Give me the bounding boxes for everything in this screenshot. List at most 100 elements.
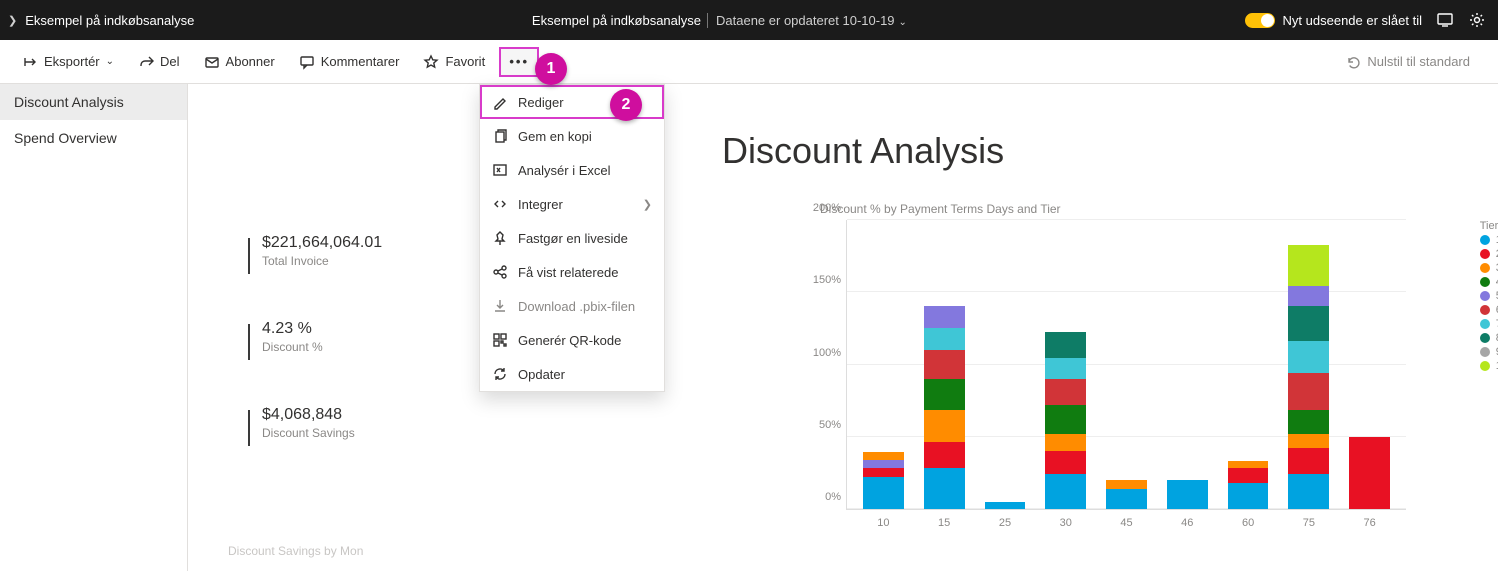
more-options-button[interactable]: ••• xyxy=(499,47,539,77)
share-button[interactable]: Del xyxy=(128,48,190,76)
bar-segment-tier1 xyxy=(863,477,904,509)
toggle-label: Nyt udseende er slået til xyxy=(1283,13,1422,28)
data-updated-label[interactable]: Dataene er opdateret 10-10-19⌄ xyxy=(707,13,907,28)
bar-segment-tier4 xyxy=(1045,405,1086,434)
breadcrumb[interactable]: ❯ Eksempel på indkøbsanalyse xyxy=(8,13,194,28)
bar-segment-tier2 xyxy=(924,442,965,468)
comment-icon xyxy=(299,54,315,70)
sidebar-item-discount-analysis[interactable]: Discount Analysis xyxy=(0,84,187,120)
subscribe-button[interactable]: Abonner xyxy=(194,48,285,76)
bar-segment-tier6 xyxy=(924,350,965,379)
bar-segment-tier2 xyxy=(1045,451,1086,474)
stacked-bar-chart[interactable]: Discount % by Payment Terms Days and Tie… xyxy=(808,202,1448,530)
bar-segment-tier2 xyxy=(1349,437,1390,510)
bar-15[interactable]: 15 xyxy=(924,306,965,509)
bar-segment-tier2 xyxy=(1228,468,1269,483)
truncated-visual-label: Discount Savings by Mon xyxy=(228,544,363,558)
page-title: Discount Analysis xyxy=(722,130,1474,172)
x-tick-label: 25 xyxy=(985,517,1026,529)
legend-item-9[interactable]: 9 xyxy=(1480,346,1498,358)
action-toolbar: Eksportér ⌄ Del Abonner Kommentarer Favo… xyxy=(0,40,1498,84)
new-look-toggle[interactable]: Nyt udseende er slået til xyxy=(1245,13,1422,28)
bar-segment-tier1 xyxy=(924,468,965,509)
menu-item-embed[interactable]: Integrer❯ xyxy=(480,187,664,221)
x-tick-label: 75 xyxy=(1288,517,1329,529)
reset-icon xyxy=(1345,54,1361,70)
legend-item-6[interactable]: 6 xyxy=(1480,304,1498,316)
bar-30[interactable]: 30 xyxy=(1045,332,1086,509)
export-button[interactable]: Eksportér ⌄ xyxy=(12,48,124,76)
more-options-menu: RedigerGem en kopiAnalysér i ExcelIntegr… xyxy=(479,84,665,392)
comments-button[interactable]: Kommentarer xyxy=(289,48,410,76)
swatch-icon xyxy=(1480,347,1490,357)
reset-button[interactable]: Nulstil til standard xyxy=(1335,48,1480,76)
bar-segment-tier3 xyxy=(1106,480,1147,489)
bar-segment-tier2 xyxy=(1288,448,1329,474)
bar-segment-tier4 xyxy=(1288,410,1329,433)
bar-segment-tier2 xyxy=(863,468,904,477)
bar-segment-tier5 xyxy=(1288,286,1329,306)
x-tick-label: 10 xyxy=(863,517,904,529)
legend-item-1[interactable]: 1 xyxy=(1480,234,1498,246)
menu-item-excel[interactable]: Analysér i Excel xyxy=(480,153,664,187)
bar-segment-tier5 xyxy=(924,306,965,328)
embed-icon xyxy=(492,196,508,212)
menu-item-download[interactable]: Download .pbix-filen xyxy=(480,289,664,323)
bar-segment-tier10 xyxy=(1288,245,1329,286)
chevron-right-icon: ❯ xyxy=(8,14,17,27)
legend-item-3[interactable]: 3 xyxy=(1480,262,1498,274)
y-tick-label: 50% xyxy=(807,419,841,431)
favorite-button[interactable]: Favorit xyxy=(413,48,495,76)
bar-segment-tier1 xyxy=(1288,474,1329,509)
bar-segment-tier3 xyxy=(1288,434,1329,449)
workspace-title: Eksempel på indkøbsanalyse xyxy=(532,13,701,28)
bar-segment-tier1 xyxy=(1167,480,1208,509)
y-tick-label: 100% xyxy=(807,347,841,359)
menu-item-pin[interactable]: Fastgør en liveside xyxy=(480,221,664,255)
bar-segment-tier8 xyxy=(1045,332,1086,358)
menu-item-refresh[interactable]: Opdater xyxy=(480,357,664,391)
kpi-total-invoice[interactable]: $221,664,064.01Total Invoice xyxy=(248,234,382,274)
bar-segment-tier3 xyxy=(863,452,904,459)
bar-46[interactable]: 46 xyxy=(1167,480,1208,509)
toggle-switch[interactable] xyxy=(1245,13,1275,28)
bar-75[interactable]: 75 xyxy=(1288,245,1329,509)
bar-10[interactable]: 10 xyxy=(863,452,904,509)
bar-segment-tier7 xyxy=(924,328,965,350)
refresh-icon xyxy=(492,366,508,382)
bar-45[interactable]: 45 xyxy=(1106,480,1147,509)
bar-segment-tier1 xyxy=(1045,474,1086,509)
bar-segment-tier6 xyxy=(1045,379,1086,405)
legend-item-7[interactable]: 7 xyxy=(1480,318,1498,330)
menu-item-related[interactable]: Få vist relaterede xyxy=(480,255,664,289)
legend-item-4[interactable]: 4 xyxy=(1480,276,1498,288)
legend-item-5[interactable]: 5 xyxy=(1480,290,1498,302)
callout-badge-2: 2 xyxy=(610,89,642,121)
menu-item-qr[interactable]: Generér QR-kode xyxy=(480,323,664,357)
x-tick-label: 76 xyxy=(1349,517,1390,529)
legend-item-8[interactable]: 8 xyxy=(1480,332,1498,344)
x-tick-label: 60 xyxy=(1228,517,1269,529)
bar-76[interactable]: 76 xyxy=(1349,437,1390,510)
bar-25[interactable]: 25 xyxy=(985,502,1026,509)
bar-segment-tier1 xyxy=(1228,483,1269,509)
kpi-discount-savings[interactable]: $4,068,848Discount Savings xyxy=(248,406,382,446)
bar-segment-tier7 xyxy=(1045,358,1086,378)
screen-icon[interactable] xyxy=(1436,11,1454,29)
x-tick-label: 45 xyxy=(1106,517,1147,529)
gear-icon[interactable] xyxy=(1468,11,1486,29)
legend-item-10[interactable]: 10 xyxy=(1480,360,1498,372)
menu-item-copy[interactable]: Gem en kopi xyxy=(480,119,664,153)
pin-icon xyxy=(492,230,508,246)
kpi-cards: $221,664,064.01Total Invoice 4.23 %Disco… xyxy=(248,234,382,446)
related-icon xyxy=(492,264,508,280)
y-tick-label: 150% xyxy=(807,274,841,286)
bar-segment-tier1 xyxy=(985,502,1026,509)
bar-60[interactable]: 60 xyxy=(1228,461,1269,509)
sidebar-item-spend-overview[interactable]: Spend Overview xyxy=(0,120,187,156)
kpi-discount-pct[interactable]: 4.23 %Discount % xyxy=(248,320,382,360)
bar-segment-tier3 xyxy=(924,410,965,442)
breadcrumb-label: Eksempel på indkøbsanalyse xyxy=(25,13,194,28)
qr-icon xyxy=(492,332,508,348)
legend-item-2[interactable]: 2 xyxy=(1480,248,1498,260)
